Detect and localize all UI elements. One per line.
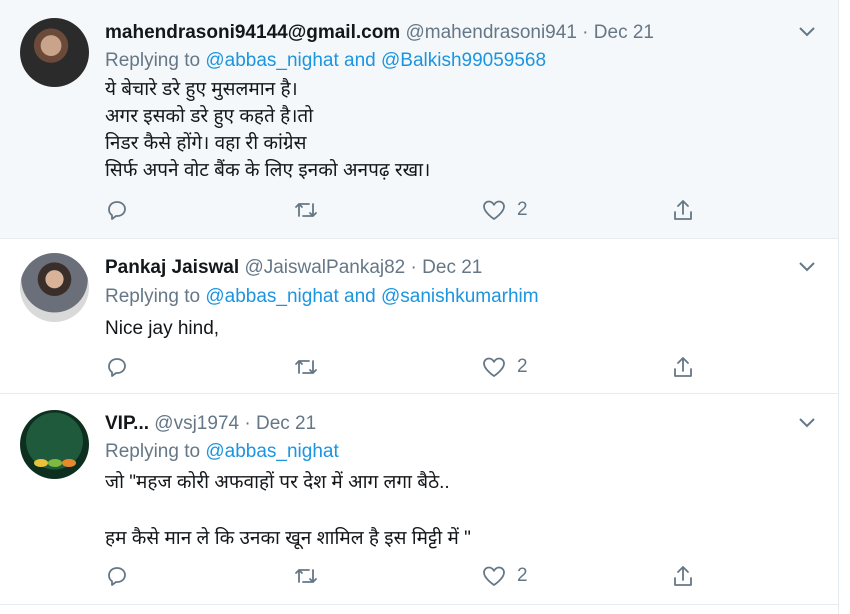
avatar[interactable] [20,410,89,479]
user-name[interactable]: VIP... [105,413,149,434]
avatar-graphic [48,459,62,467]
like-button[interactable]: 2 [481,196,528,224]
reply-icon [108,201,126,220]
retweet-button[interactable] [293,196,319,224]
chevron-down-icon[interactable] [798,417,816,429]
chevron-down-icon[interactable] [798,261,816,273]
like-button[interactable]: 2 [481,353,528,381]
tweet-date[interactable]: Dec 21 [594,22,654,43]
replying-to-label: Replying to [105,50,201,71]
like-count: 2 [517,565,528,586]
share-icon [674,566,692,586]
tweet[interactable]: Pankaj Jaiswal @JaiswalPankaj82 · Dec 21… [0,239,838,394]
tweet-header: VIP... @vsj1974 · Dec 21 [105,411,316,437]
tweet-header: Pankaj Jaiswal @JaiswalPankaj82 · Dec 21 [105,255,482,281]
share-icon [674,357,692,377]
retweet-icon [295,569,317,583]
tweet-text: ये बेचारे डरे हुए मुसलमान है। अगर इसको ड… [105,79,431,181]
user-handle[interactable]: @mahendrasoni941 [405,22,576,43]
tweet-text: Nice jay hind, [105,318,220,339]
reply-icon [108,567,126,586]
user-name[interactable]: mahendrasoni94144@gmail.com [105,22,400,43]
like-count: 2 [517,199,528,220]
avatar-graphic [34,459,48,467]
like-count: 2 [517,356,528,377]
share-icon [674,200,692,220]
like-icon [483,566,505,586]
chevron-down-icon[interactable] [798,26,816,38]
replying-to-users-link[interactable]: @abbas_nighat and @sanishkumarhim [205,286,538,307]
separator-dot: · [244,413,251,434]
tweet-actions: 2 [105,196,725,224]
tweet[interactable]: mahendrasoni94144@gmail.com @mahendrason… [0,0,838,239]
like-button[interactable]: 2 [481,562,528,590]
retweet-button[interactable] [293,353,319,381]
reply-button[interactable] [105,562,129,590]
share-button[interactable] [671,353,695,381]
tweet-date[interactable]: Dec 21 [256,413,316,434]
user-name[interactable]: Pankaj Jaiswal [105,257,239,278]
tweet-date[interactable]: Dec 21 [422,257,482,278]
replying-to: Replying to @abbas_nighat and @Balkish99… [105,48,546,74]
like-icon [483,357,505,377]
separator-dot: · [410,257,417,278]
retweet-button[interactable] [293,562,319,590]
reply-icon [108,358,126,377]
retweet-icon [295,360,317,374]
avatar[interactable] [20,18,89,87]
tweet[interactable]: VIP... @vsj1974 · Dec 21 Replying to @ab… [0,394,838,605]
replying-to-label: Replying to [105,286,201,307]
like-icon [483,200,505,220]
share-button[interactable] [671,562,695,590]
tweet-header: mahendrasoni94144@gmail.com @mahendrason… [105,20,654,46]
retweet-icon [295,203,317,217]
user-handle[interactable]: @JaiswalPankaj82 [244,257,405,278]
reply-button[interactable] [105,196,129,224]
avatar-graphic [62,459,76,467]
tweet-actions: 2 [105,353,725,381]
tweet-text: जो "महज कोरी अफवाहों पर देश में आग लगा ब… [105,472,471,549]
reply-button[interactable] [105,353,129,381]
separator-dot: · [582,22,589,43]
share-button[interactable] [671,196,695,224]
replying-to-label: Replying to [105,441,201,462]
replying-to: Replying to @abbas_nighat [105,439,339,465]
replying-to-users-link[interactable]: @abbas_nighat and @Balkish99059568 [205,50,546,71]
replying-to: Replying to @abbas_nighat and @sanishkum… [105,284,539,310]
avatar[interactable] [20,253,89,322]
user-handle[interactable]: @vsj1974 [154,413,239,434]
reply-feed: mahendrasoni94144@gmail.com @mahendrason… [0,0,839,614]
tweet-actions: 2 [105,562,725,590]
replying-to-users-link[interactable]: @abbas_nighat [205,441,338,462]
